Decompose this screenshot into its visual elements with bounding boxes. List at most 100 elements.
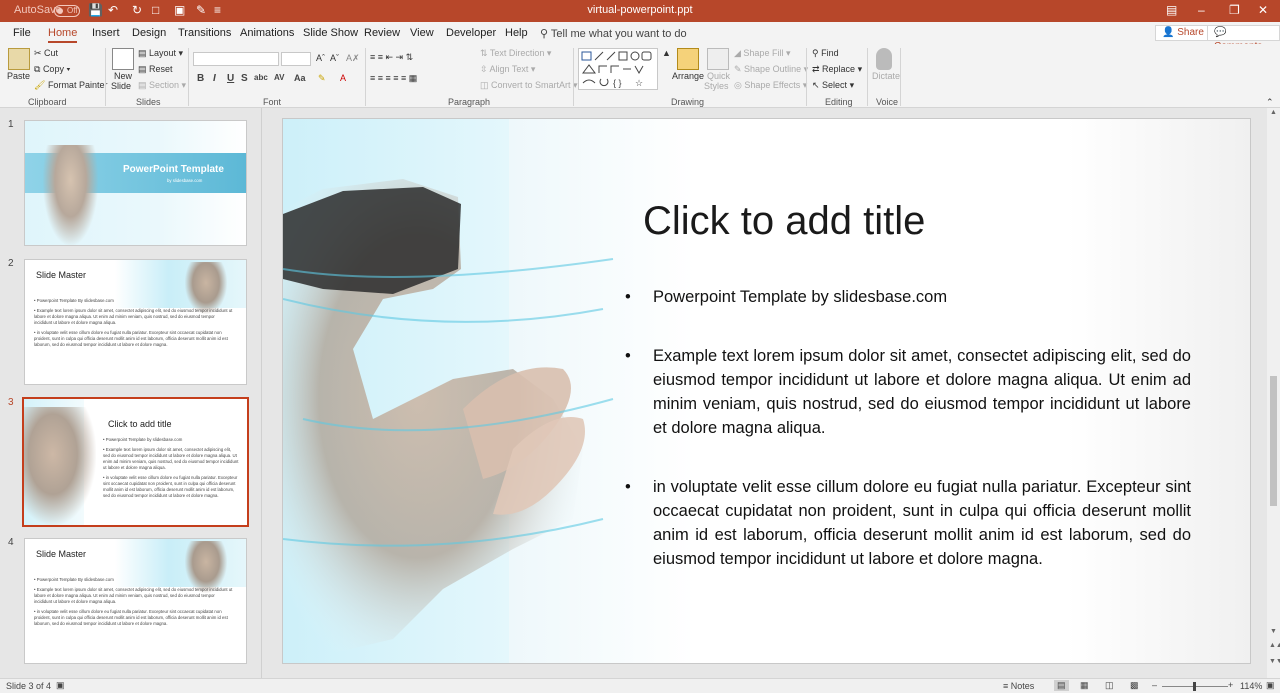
font-color-icon[interactable]: A (340, 73, 346, 83)
dictate-button[interactable]: Dictate (872, 71, 900, 81)
scroll-up-icon[interactable]: ▲ (1270, 109, 1277, 116)
slide-thumbnail-3[interactable]: Click to add title • Powerpoint Template… (22, 397, 249, 527)
ribbon-display-icon[interactable]: ▤ (1166, 3, 1177, 17)
clear-format-icon[interactable]: A✗ (346, 53, 360, 64)
quick-styles-button-line2[interactable]: Styles (704, 81, 729, 91)
ribbon-tabs: File Home Insert Design Transitions Anim… (0, 22, 1280, 52)
shapes-scroll-icon[interactable]: ▲ (662, 48, 671, 58)
format-painter-button[interactable]: 🖌 Format Painter (34, 80, 107, 91)
scroll-down-icon[interactable]: ▼ (1270, 628, 1277, 635)
shapes-gallery[interactable]: { } ☆ (578, 48, 658, 90)
tab-home[interactable]: Home (48, 27, 78, 43)
thumbnail-body: • Powerpoint Template By slidesbase.com … (34, 298, 233, 347)
divider (573, 48, 574, 106)
bold-button[interactable]: B (197, 73, 204, 84)
collapse-ribbon-icon[interactable]: ⌃ (1266, 97, 1274, 108)
notes-button[interactable]: ≡ Notes (1003, 681, 1034, 691)
close-icon[interactable]: ✕ (1258, 3, 1268, 17)
font-name-select[interactable] (193, 52, 279, 66)
normal-view-icon[interactable]: ▤ (1054, 680, 1069, 691)
brush-icon: 🖌 (34, 80, 48, 90)
zoom-in-icon[interactable]: + (1228, 680, 1233, 690)
select-button[interactable]: ↖ Select ▾ (812, 80, 854, 91)
slide-thumbnail-2[interactable]: Slide Master • Powerpoint Template By sl… (24, 259, 247, 385)
minimize-icon[interactable]: – (1198, 3, 1205, 17)
text-direction-button[interactable]: ⇅ Text Direction ▾ (480, 48, 551, 59)
replace-button[interactable]: ⇄ Replace ▾ (812, 64, 862, 75)
slide-thumbnail-1[interactable]: PowerPoint Template by slidesbase.com (24, 120, 247, 246)
align-icons[interactable]: ≡ ≡ ≡ ≡ ≡ ▦ (370, 73, 417, 84)
tab-developer[interactable]: Developer (446, 27, 496, 39)
slideshow-icon[interactable]: ▩ (1130, 680, 1139, 691)
increase-font-icon[interactable]: Aˆ (316, 53, 325, 63)
shape-fill-button[interactable]: ◢ Shape Fill ▾ (734, 48, 790, 59)
quick-styles-icon[interactable] (707, 48, 729, 70)
layout-button[interactable]: ▤ Layout ▾ (138, 48, 183, 59)
slide-content-placeholder[interactable]: Powerpoint Template by slidesbase.com Ex… (623, 285, 1191, 606)
zoom-slider-thumb[interactable] (1193, 682, 1196, 691)
shape-effects-button[interactable]: ◎ Shape Effects ▾ (734, 80, 807, 91)
tab-slide-show[interactable]: Slide Show (303, 27, 358, 39)
paste-icon[interactable] (8, 48, 30, 70)
section-button[interactable]: ▤ Section ▾ (138, 80, 186, 91)
slide-canvas[interactable]: Click to add title Powerpoint Template b… (282, 118, 1251, 664)
reading-view-icon[interactable]: ◫ (1105, 680, 1114, 691)
copy-button[interactable]: ⧉ Copy ▾ (34, 64, 70, 75)
zoom-level[interactable]: 114% (1240, 681, 1262, 691)
spellcheck-icon[interactable]: ▣ (56, 680, 65, 691)
tab-view[interactable]: View (410, 27, 434, 39)
microphone-icon[interactable] (876, 48, 892, 70)
bullets-icon[interactable]: ≡ ≡ ⇤ ⇥ ⇅ (370, 52, 413, 63)
find-button[interactable]: ⚲ Find (812, 48, 839, 59)
font-size-select[interactable] (281, 52, 311, 66)
divider (900, 48, 901, 106)
shadow-button[interactable]: abc (254, 73, 268, 82)
tab-insert[interactable]: Insert (92, 27, 120, 39)
restore-icon[interactable]: ❐ (1229, 3, 1240, 17)
tab-design[interactable]: Design (132, 27, 166, 39)
scrollbar-thumb[interactable] (1270, 376, 1277, 506)
decrease-font-icon[interactable]: Aˇ (330, 53, 339, 63)
highlight-icon[interactable]: ✎ (318, 73, 326, 84)
zoom-out-icon[interactable]: – (1152, 680, 1157, 690)
slide-sorter-icon[interactable]: ▦ (1080, 680, 1089, 691)
tab-animations[interactable]: Animations (240, 27, 294, 39)
change-case-button[interactable]: Aa (294, 73, 306, 83)
thumbnail-title: PowerPoint Template (123, 164, 224, 175)
shape-outline-button[interactable]: ✎ Shape Outline ▾ (734, 64, 808, 75)
copy-icon: ⧉ (34, 64, 43, 74)
tell-me-search[interactable]: ⚲ Tell me what you want to do (540, 27, 687, 40)
new-slide-button-line2[interactable]: Slide (111, 81, 131, 91)
arrange-button[interactable]: Arrange (672, 71, 704, 81)
tab-help[interactable]: Help (505, 27, 528, 39)
share-button[interactable]: 👤 Share (1155, 25, 1211, 41)
new-slide-button[interactable]: New (114, 71, 132, 81)
comments-button[interactable]: 💬 Comments (1207, 25, 1280, 52)
next-slide-icon[interactable]: ▼▼ (1269, 658, 1280, 665)
convert-smartart-button[interactable]: ◫ Convert to SmartArt ▾ (480, 80, 578, 91)
tab-review[interactable]: Review (364, 27, 400, 39)
reset-button[interactable]: ▤ Reset (138, 64, 173, 75)
fit-to-window-icon[interactable]: ▣ (1266, 680, 1275, 691)
arrange-icon[interactable] (677, 48, 699, 70)
new-slide-icon[interactable] (112, 48, 134, 70)
thumbnail-title: Click to add title (108, 419, 172, 429)
align-text-button[interactable]: ⇳ Align Text ▾ (480, 64, 535, 75)
paste-button[interactable]: Paste (7, 71, 30, 81)
thumbnail-title: Slide Master (36, 549, 87, 559)
strikethrough-button[interactable]: S (241, 73, 248, 84)
tab-file[interactable]: File (13, 27, 31, 39)
italic-button[interactable]: I (213, 73, 216, 84)
font-group-label: Font (263, 97, 282, 107)
underline-button[interactable]: U (227, 73, 234, 84)
notes-icon: ≡ (1003, 681, 1011, 691)
previous-slide-icon[interactable]: ▲▲ (1269, 642, 1280, 649)
cut-button[interactable]: ✂ Cut (34, 48, 58, 59)
slide-title-placeholder[interactable]: Click to add title (643, 199, 925, 244)
slide-thumbnail-4[interactable]: Slide Master • Powerpoint Template By sl… (24, 538, 247, 664)
tab-transitions[interactable]: Transitions (178, 27, 231, 39)
vertical-scrollbar[interactable]: ▲ ▼ ▲▲ ▼▼ (1267, 108, 1280, 678)
quick-styles-button[interactable]: Quick (707, 71, 730, 81)
char-spacing-button[interactable]: AV (274, 73, 285, 82)
divider (867, 48, 868, 106)
